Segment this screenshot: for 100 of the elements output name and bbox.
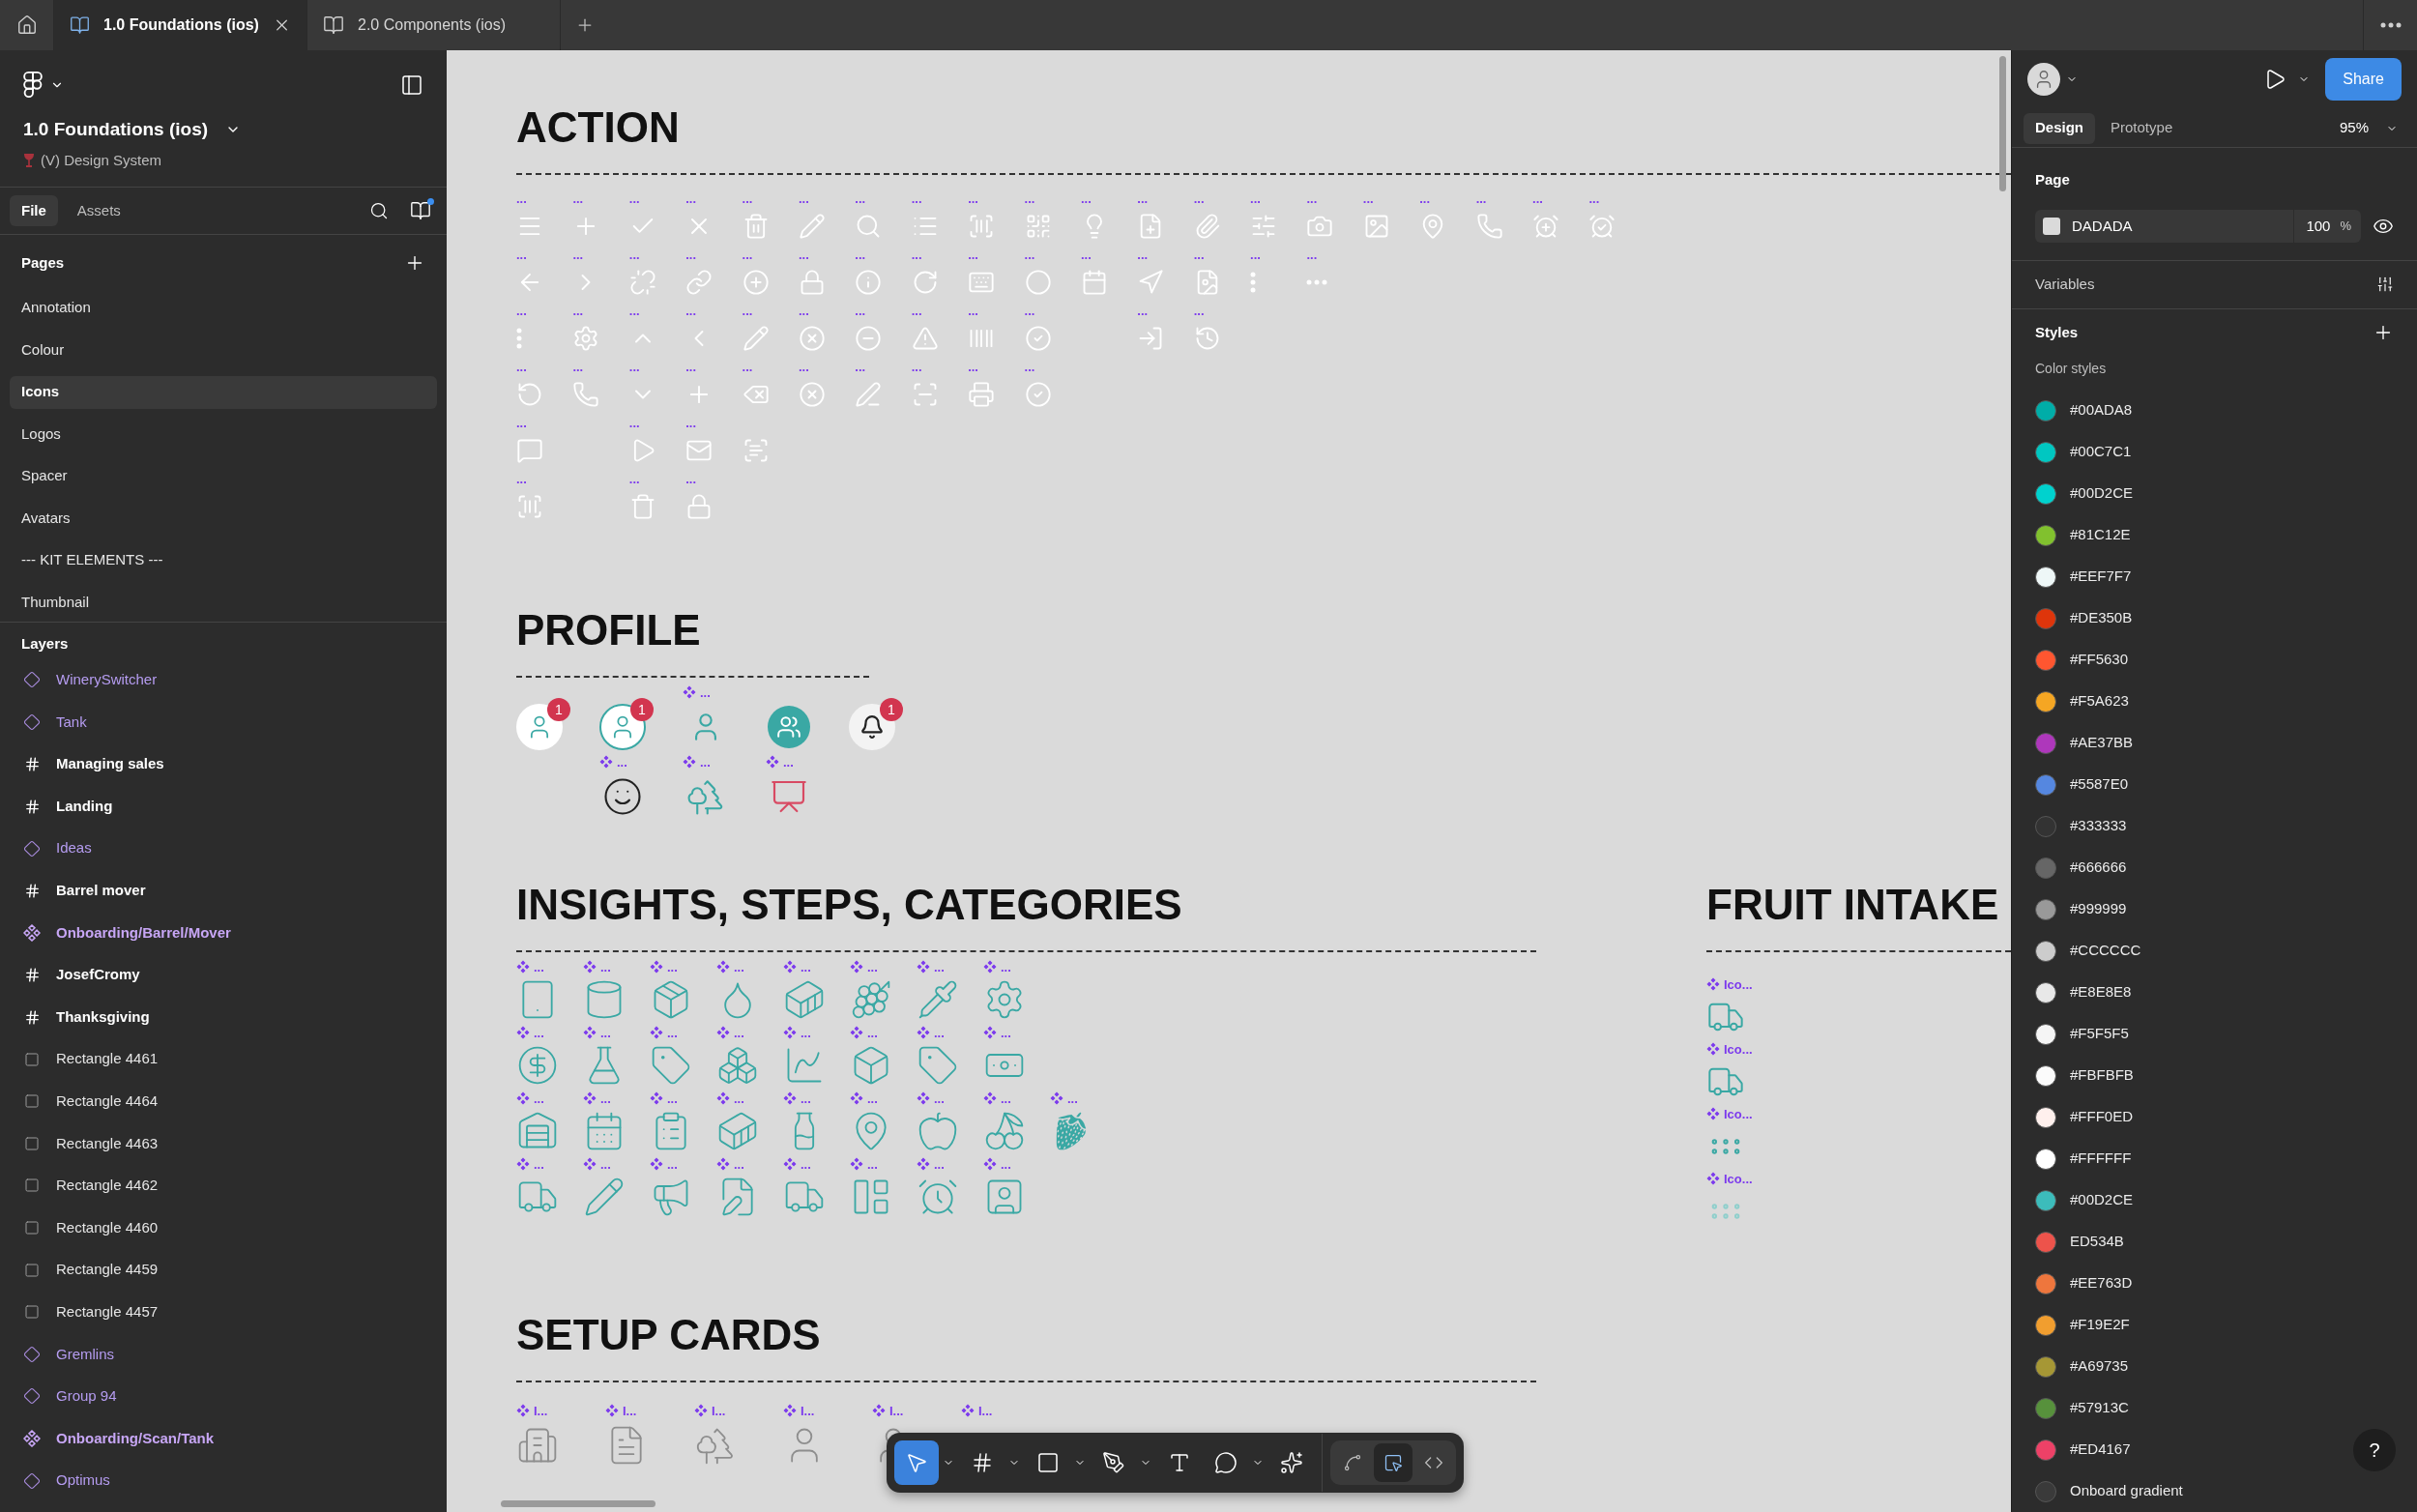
color-style-name[interactable]: #00ADA8 <box>2070 399 2133 422</box>
layer-label: ... <box>516 247 527 261</box>
panel-tab[interactable]: Prototype <box>2099 112 2185 144</box>
panel-tab[interactable]: Design <box>2024 112 2095 144</box>
scrollbar[interactable] <box>1999 56 2006 191</box>
layer-label: ... <box>911 304 922 317</box>
layer-item[interactable]: Optimus <box>23 1459 423 1502</box>
design-mode[interactable] <box>1374 1443 1412 1482</box>
color-style-name[interactable]: #57913C <box>2070 1397 2129 1419</box>
layer-item[interactable]: Onboarding/Barrel/Mover <box>23 912 423 954</box>
color-style-name[interactable]: #ED4167 <box>2070 1439 2131 1461</box>
color-style-name[interactable]: #00D2CE <box>2070 482 2134 505</box>
color-style-name[interactable]: #F5F5F5 <box>2070 1023 2129 1045</box>
bell-icon <box>859 714 885 740</box>
avatar <box>599 704 646 750</box>
color-style-name[interactable]: #00D2CE <box>2070 1189 2134 1211</box>
section-heading: PROFILE <box>516 609 702 652</box>
page-item[interactable]: Spacer <box>10 459 437 493</box>
layer-item[interactable]: Rectangle 4457 <box>23 1291 423 1333</box>
printer-icon <box>968 381 996 408</box>
color-style-name[interactable]: #CCCCCC <box>2070 940 2141 962</box>
layer-label: I... <box>534 1404 548 1417</box>
page-item[interactable]: Logos <box>10 418 437 451</box>
share-button[interactable]: Share <box>2325 58 2402 102</box>
layer-item[interactable]: Managing sales <box>23 742 423 786</box>
grapes-icon <box>850 978 892 1021</box>
layer-item[interactable]: Rectangle 4461 <box>23 1037 423 1081</box>
layer-item[interactable]: Gremlins <box>23 1333 423 1376</box>
circle-x-icon <box>798 325 826 352</box>
layer-item[interactable]: Ideas <box>23 827 423 870</box>
canvas[interactable] <box>447 50 2011 1512</box>
layer-item[interactable]: Rectangle 4460 <box>23 1207 423 1249</box>
project-name: (V) Design System <box>41 150 162 170</box>
home-icon <box>15 15 38 36</box>
layer-item[interactable]: Onboarding/Scan/Tank <box>23 1417 423 1460</box>
layer-label: ... <box>617 755 627 769</box>
page-item[interactable]: Colour <box>10 334 437 366</box>
color-style-name[interactable]: #AE37BB <box>2070 732 2134 754</box>
color-style-name[interactable]: #FFFFFF <box>2070 1148 2132 1170</box>
color-style-name[interactable]: #DE350B <box>2070 607 2133 629</box>
color-style-name[interactable]: #FFF0ED <box>2070 1106 2133 1128</box>
fill-field[interactable]: DADADA 100 % <box>2035 210 2361 244</box>
panel-tab[interactable]: Assets <box>65 195 132 226</box>
page-item[interactable]: Avatars <box>10 502 437 535</box>
color-style-name[interactable]: #A69735 <box>2070 1355 2129 1378</box>
color-style-name[interactable]: #999999 <box>2070 898 2127 920</box>
color-style-name[interactable]: #F5A623 <box>2070 690 2129 712</box>
fill-value: DADADA <box>2072 216 2134 236</box>
layer-item[interactable]: WinerySwitcher <box>23 658 423 702</box>
variables-icon[interactable] <box>2376 276 2394 294</box>
layer-item[interactable]: Thanksgiving <box>23 996 423 1038</box>
page-item[interactable]: Annotation <box>10 291 437 325</box>
layer-label: ... <box>734 960 744 974</box>
layer-item[interactable]: Rectangle 4464 <box>23 1080 423 1123</box>
color-style-name[interactable]: #333333 <box>2070 815 2127 837</box>
layer-item[interactable]: Group 94 <box>23 1375 423 1418</box>
layer-item[interactable]: Rectangle 4462 <box>23 1164 423 1207</box>
notification-badge: 1 <box>630 698 654 721</box>
layer-label: ... <box>783 755 794 769</box>
library-icon[interactable] <box>410 200 431 221</box>
color-style-name[interactable]: #00C7C1 <box>2070 441 2132 463</box>
page-item[interactable]: Icons <box>10 375 437 409</box>
navigation-icon <box>1137 269 1165 296</box>
scrollbar[interactable] <box>501 1500 655 1507</box>
avatar <box>516 704 563 750</box>
panel-toggle-icon[interactable] <box>400 73 423 97</box>
layer-item[interactable]: Barrel mover <box>23 869 423 913</box>
instance-icon <box>23 1471 41 1490</box>
layer-label: ... <box>685 472 696 485</box>
layer-item[interactable]: Rectangle 4463 <box>23 1122 423 1165</box>
color-style-name[interactable]: #EEF7F7 <box>2070 566 2132 588</box>
layer-item[interactable]: Landing <box>23 785 423 828</box>
color-style-name[interactable]: #81C12E <box>2070 524 2131 546</box>
color-style-name[interactable]: #FBFBFB <box>2070 1064 2134 1087</box>
panel-tab[interactable]: File <box>10 195 58 226</box>
layer-label: ... <box>855 247 866 261</box>
color-style-name[interactable]: #5587E0 <box>2070 773 2129 796</box>
move-tool[interactable] <box>894 1440 939 1485</box>
more-icon <box>2379 22 2402 28</box>
zoom-dropdown[interactable]: 95% <box>2339 117 2405 139</box>
color-style-name[interactable]: #EE763D <box>2070 1272 2133 1294</box>
color-style-name[interactable]: #E8E8E8 <box>2070 981 2132 1003</box>
layer-item[interactable]: Rectangle 4459 <box>23 1248 423 1292</box>
main-menu-button[interactable] <box>23 72 64 99</box>
layer-label: ... <box>600 1026 611 1039</box>
search-icon[interactable] <box>369 201 389 220</box>
document-tab[interactable]: 1.0 Foundations (ios) <box>54 0 307 50</box>
color-style-name[interactable]: #666666 <box>2070 857 2127 879</box>
help-button[interactable]: ? <box>2353 1429 2396 1471</box>
page-item[interactable]: Thumbnail <box>10 586 437 619</box>
layer-item[interactable]: JosefCromy <box>23 953 423 997</box>
tab-label: 1.0 Foundations (ios) <box>103 15 259 35</box>
color-style-name[interactable]: #F19E2F <box>2070 1314 2130 1336</box>
page-item[interactable]: --- KIT ELEMENTS --- <box>10 543 437 577</box>
layer-label: I... <box>889 1404 904 1417</box>
avatar[interactable] <box>2027 63 2060 97</box>
color-style-name[interactable]: ED534B <box>2070 1231 2124 1253</box>
layer-item[interactable]: Tank <box>23 701 423 743</box>
color-style-name[interactable]: #FF5630 <box>2070 649 2129 671</box>
color-style-name[interactable]: Onboard gradient <box>2070 1480 2183 1502</box>
